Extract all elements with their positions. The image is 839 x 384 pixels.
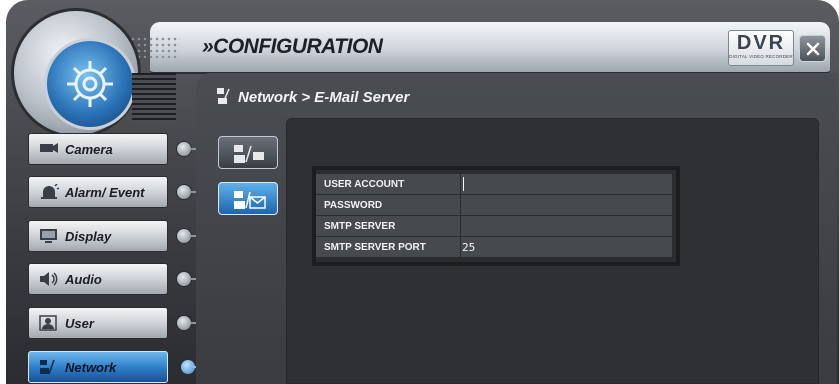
sidebar-item-network[interactable]: Network xyxy=(28,351,168,383)
network-icon xyxy=(216,87,232,109)
alarm-icon xyxy=(41,184,59,199)
sidebar-connector xyxy=(190,366,196,368)
network-settings-icon xyxy=(234,145,264,163)
network-icon xyxy=(40,359,55,375)
dvr-logo: DVR DIGITAL VIDEO RECORDER xyxy=(728,30,794,66)
config-emblem xyxy=(14,11,138,135)
user-account-field[interactable] xyxy=(461,174,672,195)
sidebar-item-camera[interactable]: Camera xyxy=(28,133,168,165)
page-title: »CONFIGURATION xyxy=(202,35,383,58)
form-row-smtp-server: SMTP SERVER xyxy=(316,216,676,237)
field-label: SMTP SERVER xyxy=(316,216,460,237)
smtp-server-field[interactable] xyxy=(461,216,672,237)
field-label: SMTP SERVER PORT xyxy=(316,237,460,258)
gear-icon xyxy=(67,61,113,107)
side-grille xyxy=(132,73,176,123)
speaker-icon xyxy=(40,272,58,286)
sidebar-item-label: Audio xyxy=(65,272,102,287)
dvr-logo-subtext: DIGITAL VIDEO RECORDER xyxy=(729,54,793,59)
field-label: PASSWORD xyxy=(316,195,460,216)
email-network-icon xyxy=(234,191,266,209)
sidebar-item-label: User xyxy=(65,316,94,331)
display-icon xyxy=(40,229,57,243)
sidebar-item-alarm-event[interactable]: Alarm/ Event xyxy=(28,176,168,208)
close-button[interactable] xyxy=(799,35,826,62)
form-row-smtp-port: SMTP SERVER PORT 25 xyxy=(316,237,676,258)
sidebar-item-display[interactable]: Display xyxy=(28,220,168,252)
breadcrumb: Network > E-Mail Server xyxy=(216,87,409,109)
sidebar-item-label: Display xyxy=(65,229,112,244)
gear-badge xyxy=(44,38,136,130)
sidebar-connector xyxy=(190,278,196,280)
sidebar-connector xyxy=(190,235,196,237)
sidebar-connector xyxy=(190,322,196,324)
field-label: USER ACCOUNT xyxy=(316,174,460,195)
form-row-password: PASSWORD xyxy=(316,195,676,216)
email-server-form: USER ACCOUNT PASSWORD SMTP SERVER SMTP S… xyxy=(312,166,680,266)
tab-network-settings[interactable] xyxy=(218,136,278,169)
tab-email-server[interactable] xyxy=(218,182,278,215)
password-field[interactable] xyxy=(461,195,672,216)
sidebar-connector xyxy=(190,148,196,150)
smtp-port-value: 25 xyxy=(462,241,476,254)
sidebar-item-label: Network xyxy=(65,360,117,375)
camera-icon xyxy=(40,143,58,153)
smtp-port-field[interactable]: 25 xyxy=(461,237,672,258)
sidebar-item-label: Alarm/ Event xyxy=(65,185,145,200)
text-caret xyxy=(463,177,464,191)
user-icon xyxy=(39,315,57,331)
close-icon xyxy=(806,42,820,56)
sidebar-item-label: Camera xyxy=(65,142,113,157)
form-row-user-account: USER ACCOUNT xyxy=(316,174,676,195)
sidebar-item-user[interactable]: User xyxy=(28,307,168,339)
dvr-logo-text: DVR xyxy=(736,32,786,54)
sidebar-item-audio[interactable]: Audio xyxy=(28,263,168,295)
sidebar-connector xyxy=(190,191,196,193)
breadcrumb-text: Network > E-Mail Server xyxy=(238,89,410,106)
